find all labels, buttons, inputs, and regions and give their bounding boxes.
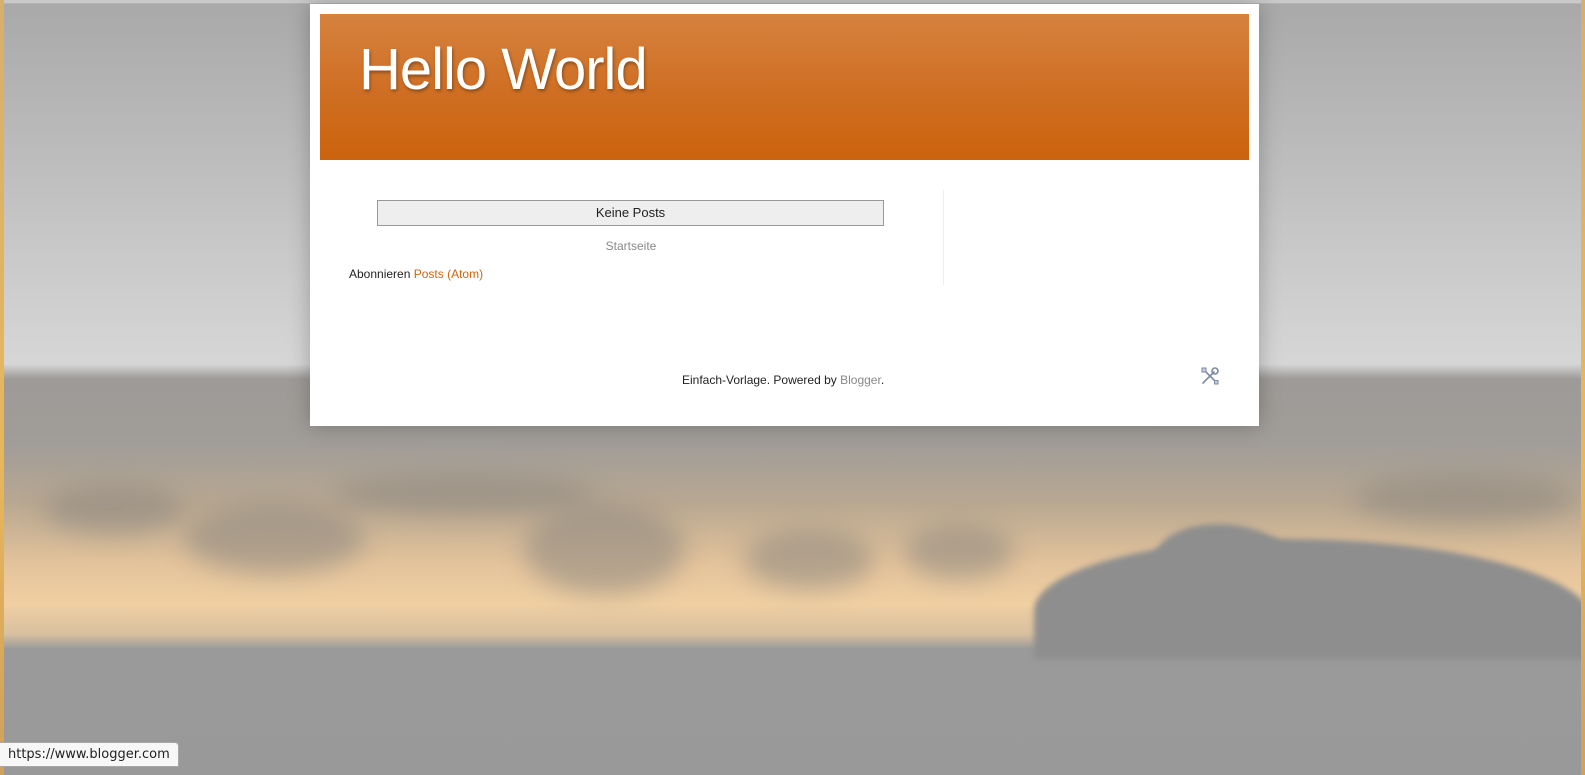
browser-status-bar: https://www.blogger.com (0, 742, 179, 767)
window-right-edge (1581, 0, 1585, 775)
window-left-edge (0, 0, 4, 775)
footer-attribution: Einfach-Vorlage. Powered by Blogger. (682, 373, 884, 387)
blogger-link[interactable]: Blogger (840, 373, 881, 387)
attribution-text: Einfach-Vorlage. Powered by (682, 373, 837, 387)
no-posts-message: Keine Posts (377, 200, 884, 226)
subscribe-label: Abonnieren (349, 267, 411, 281)
sidebar-divider (943, 190, 944, 285)
main-column: Keine Posts Startseite Abonnieren Posts … (349, 190, 913, 285)
posts-atom-link[interactable]: Posts (Atom) (414, 267, 483, 281)
blog-title[interactable]: Hello World (359, 36, 648, 103)
attribution-period: . (880, 373, 885, 387)
blog-header: Hello World (320, 14, 1249, 160)
wrench-screwdriver-icon[interactable] (1200, 366, 1220, 386)
home-link[interactable]: Startseite (349, 239, 913, 253)
subscribe-line: Abonnieren Posts (Atom) (349, 267, 483, 281)
blog-container: Hello World Keine Posts Startseite Abonn… (310, 4, 1259, 426)
